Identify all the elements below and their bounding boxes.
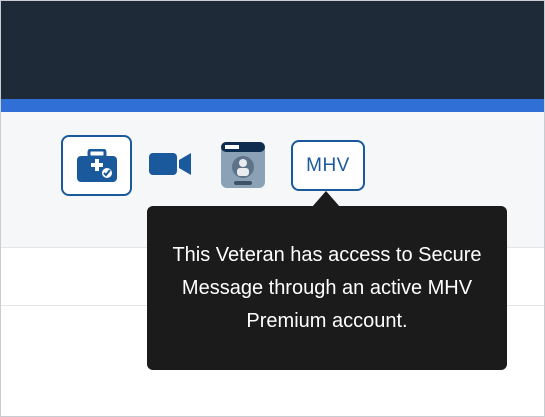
medical-kit-button[interactable] [61, 135, 132, 196]
video-visit-button[interactable] [148, 149, 193, 179]
mhv-label: MHV [306, 154, 350, 176]
video-camera-icon [149, 153, 191, 175]
tooltip-arrow [312, 191, 340, 207]
divider [505, 247, 544, 248]
divider [1, 305, 151, 306]
app-window: MHV This Veteran has access to Secure Me… [0, 0, 545, 417]
header-accent-bar [1, 99, 544, 112]
mhv-tooltip: This Veteran has access to Secure Messag… [147, 206, 507, 370]
header-bar [1, 1, 544, 99]
mhv-button[interactable]: MHV [291, 140, 365, 191]
veteran-id-button[interactable] [220, 141, 266, 189]
divider [1, 247, 151, 248]
veteran-id-card-icon [221, 142, 265, 188]
medical-kit-icon [76, 148, 117, 182]
tooltip-text: This Veteran has access to Secure Messag… [172, 243, 482, 332]
divider [505, 305, 544, 306]
